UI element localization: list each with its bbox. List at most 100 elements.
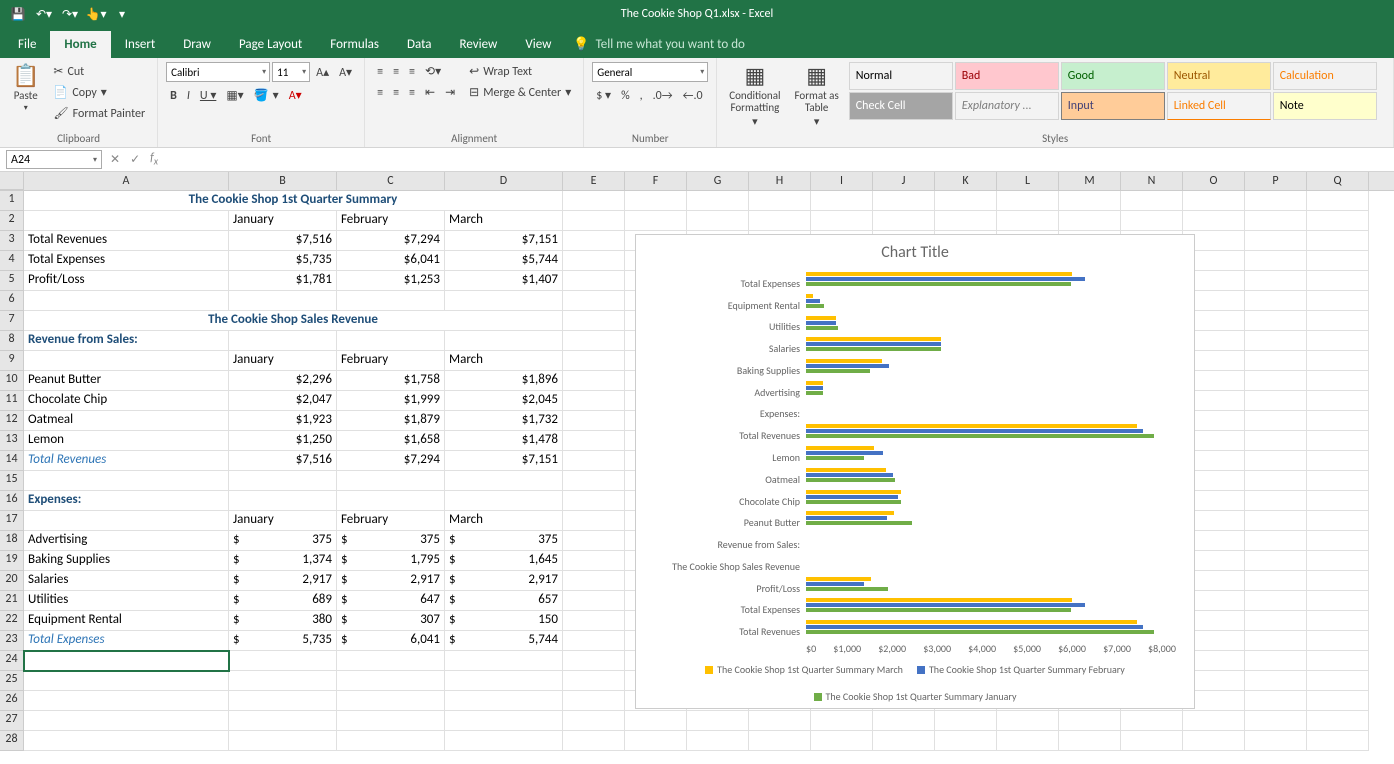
- cell[interactable]: [1307, 431, 1369, 451]
- row-header[interactable]: 21: [0, 591, 24, 611]
- cell[interactable]: Total Revenues: [24, 451, 229, 471]
- column-header[interactable]: P: [1245, 172, 1307, 190]
- cell[interactable]: [1245, 271, 1307, 291]
- cell[interactable]: [1121, 191, 1183, 211]
- cell[interactable]: $1,923: [229, 411, 337, 431]
- cell[interactable]: [1307, 471, 1369, 491]
- cell[interactable]: $1,795: [337, 551, 445, 571]
- row-header[interactable]: 6: [0, 291, 24, 311]
- style-explanatory[interactable]: Explanatory ...: [955, 92, 1059, 120]
- style-normal[interactable]: Normal: [849, 62, 953, 90]
- merge-center-button[interactable]: ⊟Merge & Center ▾: [465, 83, 575, 102]
- cell[interactable]: [1307, 331, 1369, 351]
- cell[interactable]: [1307, 351, 1369, 371]
- cell[interactable]: [563, 491, 625, 511]
- decrease-font-icon[interactable]: A▾: [335, 63, 356, 82]
- cell[interactable]: [1245, 331, 1307, 351]
- cell[interactable]: [1307, 231, 1369, 251]
- row-header[interactable]: 27: [0, 711, 24, 731]
- cell[interactable]: [445, 331, 563, 351]
- chart-bar[interactable]: [806, 582, 864, 586]
- touch-mode-icon[interactable]: 👆▾: [84, 3, 108, 25]
- style-note[interactable]: Note: [1273, 92, 1377, 120]
- cell[interactable]: February: [337, 511, 445, 531]
- chart-bar[interactable]: [806, 316, 836, 320]
- cell[interactable]: [625, 711, 687, 731]
- cell[interactable]: $7,516: [229, 451, 337, 471]
- cell[interactable]: $1,250: [229, 431, 337, 451]
- cell[interactable]: [229, 691, 337, 711]
- cell[interactable]: [1059, 211, 1121, 231]
- chart-bar[interactable]: [806, 326, 838, 330]
- tell-me[interactable]: 💡 Tell me what you want to do: [565, 31, 753, 58]
- chart-bar[interactable]: [806, 620, 1137, 624]
- column-header[interactable]: C: [337, 172, 445, 190]
- cell[interactable]: [563, 371, 625, 391]
- cell[interactable]: $5,744: [445, 631, 563, 651]
- cancel-icon[interactable]: ✕: [110, 152, 120, 167]
- cell[interactable]: [935, 191, 997, 211]
- cell[interactable]: [1307, 651, 1369, 671]
- cell[interactable]: $2,917: [337, 571, 445, 591]
- cell[interactable]: [1245, 231, 1307, 251]
- cell[interactable]: $2,917: [445, 571, 563, 591]
- cell[interactable]: [1121, 731, 1183, 751]
- column-header[interactable]: J: [873, 172, 935, 190]
- save-icon[interactable]: 💾: [6, 3, 30, 25]
- cell[interactable]: $7,151: [445, 451, 563, 471]
- decrease-indent-icon[interactable]: ⇤: [421, 83, 439, 102]
- cell[interactable]: [1307, 251, 1369, 271]
- cell[interactable]: [935, 711, 997, 731]
- chart-bar[interactable]: [806, 369, 870, 373]
- cell[interactable]: [24, 711, 229, 731]
- cell[interactable]: [445, 651, 563, 671]
- cell[interactable]: [625, 191, 687, 211]
- cell[interactable]: [229, 331, 337, 351]
- cell[interactable]: [1307, 691, 1369, 711]
- cell[interactable]: [563, 551, 625, 571]
- cell[interactable]: Peanut Butter: [24, 371, 229, 391]
- cell[interactable]: [24, 671, 229, 691]
- cell[interactable]: [873, 191, 935, 211]
- enter-icon[interactable]: ✓: [130, 152, 140, 167]
- cell[interactable]: [1245, 251, 1307, 271]
- customize-qat-icon[interactable]: ▾: [110, 3, 134, 25]
- row-header[interactable]: 10: [0, 371, 24, 391]
- accounting-format-button[interactable]: $ ▾: [592, 86, 615, 105]
- chart-plot-area[interactable]: Total ExpensesEquipment RentalUtilitiesS…: [806, 270, 1176, 640]
- cell[interactable]: $1,732: [445, 411, 563, 431]
- chart-bar[interactable]: [806, 603, 1085, 607]
- chart-bar[interactable]: [806, 299, 820, 303]
- column-header[interactable]: E: [563, 172, 625, 190]
- cell[interactable]: [1183, 211, 1245, 231]
- cell[interactable]: $5,744: [445, 251, 563, 271]
- align-center-icon[interactable]: ≡: [389, 83, 403, 102]
- row-header[interactable]: 26: [0, 691, 24, 711]
- row-header[interactable]: 4: [0, 251, 24, 271]
- cell[interactable]: $7,294: [337, 451, 445, 471]
- cell[interactable]: $1,879: [337, 411, 445, 431]
- cell[interactable]: [811, 211, 873, 231]
- cell[interactable]: [229, 471, 337, 491]
- cell[interactable]: The Cookie Shop 1st Quarter Summary: [24, 191, 563, 211]
- cell[interactable]: [1245, 371, 1307, 391]
- cell[interactable]: March: [445, 511, 563, 531]
- cell[interactable]: $7,516: [229, 231, 337, 251]
- cell[interactable]: [563, 451, 625, 471]
- cell[interactable]: [1307, 671, 1369, 691]
- increase-decimal-icon[interactable]: .0→: [649, 86, 677, 105]
- cell[interactable]: [1307, 571, 1369, 591]
- chart-bar[interactable]: [806, 321, 836, 325]
- cell[interactable]: [24, 691, 229, 711]
- cell[interactable]: [1245, 291, 1307, 311]
- row-header[interactable]: 3: [0, 231, 24, 251]
- cell[interactable]: [1245, 651, 1307, 671]
- cell[interactable]: [1183, 731, 1245, 751]
- cell[interactable]: $5,735: [229, 631, 337, 651]
- chart-bar[interactable]: [806, 429, 1143, 433]
- cell[interactable]: [1307, 551, 1369, 571]
- cell[interactable]: [997, 711, 1059, 731]
- cell[interactable]: The Cookie Shop Sales Revenue: [24, 311, 563, 331]
- fill-color-button[interactable]: 🪣▾: [250, 86, 283, 105]
- cell[interactable]: $5,735: [229, 251, 337, 271]
